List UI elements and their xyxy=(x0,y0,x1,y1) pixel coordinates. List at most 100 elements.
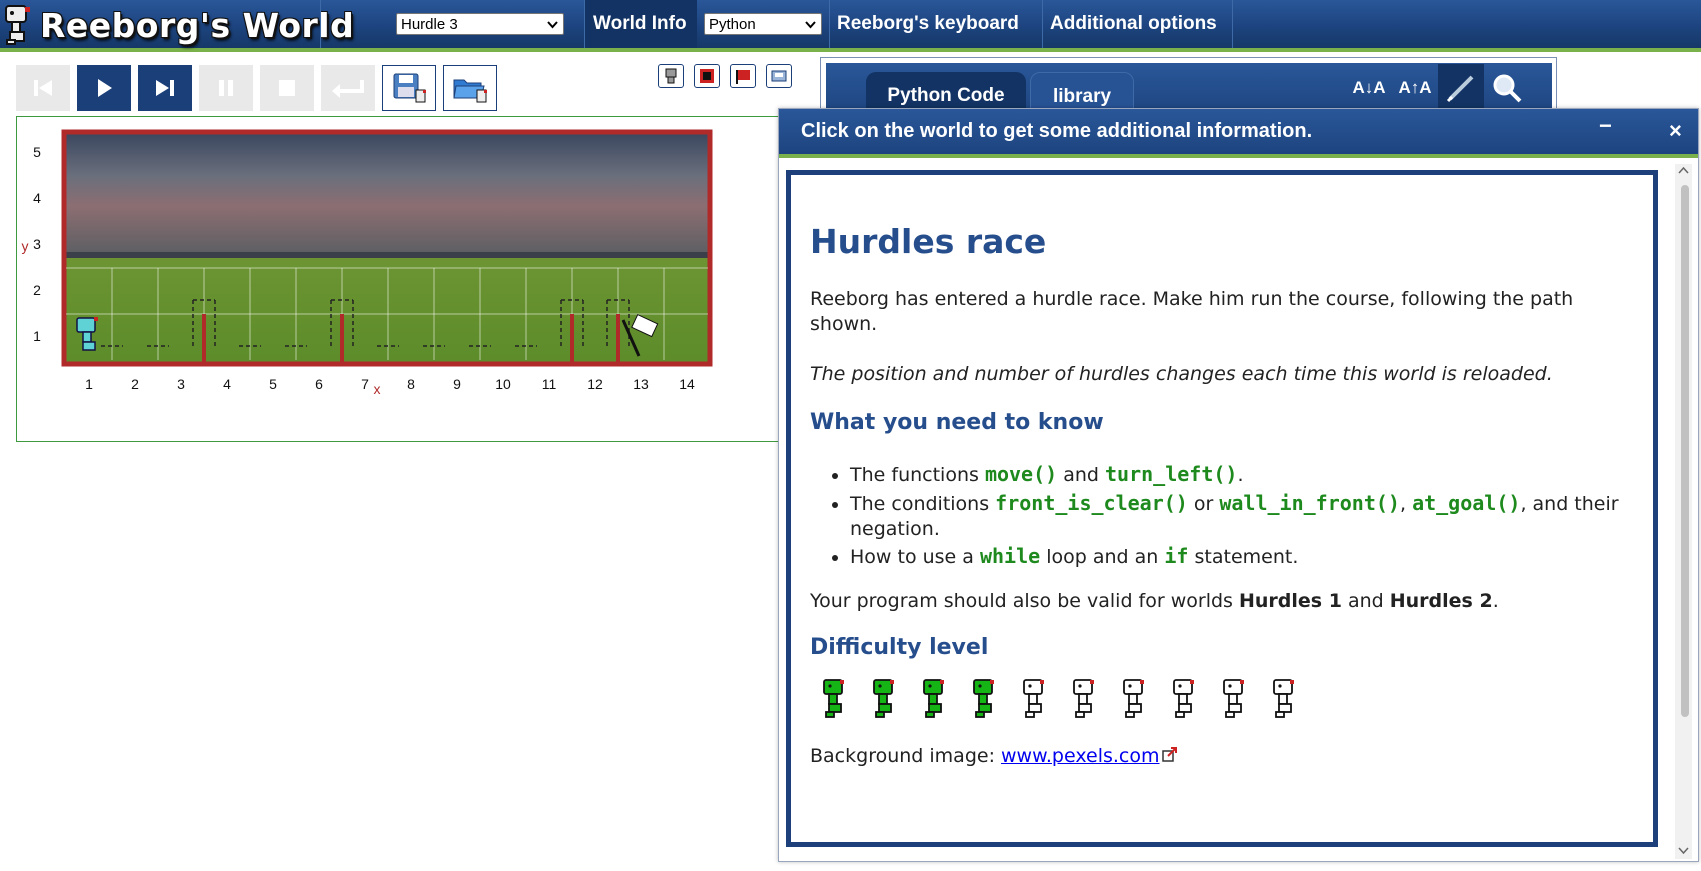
skip-back-icon xyxy=(34,80,52,96)
list-item: The conditions front_is_clear() or wall_… xyxy=(850,491,1640,542)
code-at-goal: at_goal() xyxy=(1412,491,1521,515)
bullet-text: statement. xyxy=(1188,546,1299,568)
bullet-text: The conditions xyxy=(850,493,996,515)
increase-font-button[interactable]: A↑A xyxy=(1392,64,1438,112)
x-tick-label: 3 xyxy=(177,376,185,392)
app-logo: Reeborg's World xyxy=(4,3,354,47)
y-tick-label: 2 xyxy=(33,282,41,298)
bullet-text: or xyxy=(1187,493,1220,515)
pause-icon xyxy=(219,80,233,96)
need-to-know-heading: What you need to know xyxy=(810,410,1104,435)
stadium-stands xyxy=(66,134,708,254)
reeborg-keyboard-button[interactable]: Reeborg's keyboard xyxy=(829,0,1042,48)
search-button[interactable] xyxy=(1484,64,1530,112)
flag-icon xyxy=(736,70,750,84)
close-button[interactable]: × xyxy=(1669,118,1682,144)
robot-tiles-icon xyxy=(771,70,787,82)
dialog-title: Click on the world to get some additiona… xyxy=(801,120,1313,142)
y-tick-label: 1 xyxy=(33,328,41,344)
x-tick-label: 10 xyxy=(495,376,511,392)
x-tick-label: 12 xyxy=(587,376,603,392)
decrease-font-button[interactable]: A↓A xyxy=(1346,64,1392,112)
reeborg-robot-icon[interactable] xyxy=(76,317,96,333)
bullet-text: and xyxy=(1057,464,1106,486)
x-tick-label: 4 xyxy=(223,376,231,392)
world-info-button[interactable]: World Info xyxy=(585,0,697,48)
world-view-button[interactable] xyxy=(766,64,792,88)
x-tick-label: 11 xyxy=(542,376,557,392)
scroll-down-icon[interactable] xyxy=(1678,847,1689,855)
robot-details-button[interactable] xyxy=(658,64,684,88)
x-tick-label: 8 xyxy=(407,376,415,392)
stop-button[interactable] xyxy=(260,65,314,111)
world-edit-button[interactable] xyxy=(694,64,720,88)
top-menu-bar: Reeborg's World Hurdle 3 World Info Pyth… xyxy=(0,0,1701,52)
x-tick-label: 1 xyxy=(85,376,93,392)
background-label: Background image: xyxy=(810,745,1002,767)
difficulty-robot-filled-icon xyxy=(870,678,900,720)
run-button[interactable] xyxy=(77,65,131,111)
scroll-up-icon[interactable] xyxy=(1678,166,1689,174)
difficulty-robot-empty-icon xyxy=(1070,678,1100,720)
bullet-text: , xyxy=(1399,493,1413,515)
bullet-text: loop and an xyxy=(1040,546,1165,568)
list-item: The functions move() and turn_left(). xyxy=(850,460,1640,489)
difficulty-rating xyxy=(810,672,1640,742)
validity-text: . xyxy=(1492,590,1499,612)
return-icon xyxy=(332,80,364,98)
folder-icon xyxy=(453,79,487,103)
skip-forward-icon xyxy=(156,80,174,96)
app-title: Reeborg's World xyxy=(40,5,355,45)
open-button[interactable] xyxy=(443,65,497,111)
difficulty-robot-empty-icon xyxy=(1120,678,1150,720)
code-if: if xyxy=(1164,544,1189,568)
reload-button[interactable] xyxy=(321,65,375,111)
x-tick-label: 6 xyxy=(315,376,323,392)
world-heading: Hurdles race xyxy=(810,222,1047,261)
x-tick-label: 13 xyxy=(633,376,649,392)
world-canvas[interactable]: 1 2 3 4 5 6 7 8 9 10 11 12 13 1412345xy xyxy=(16,116,800,442)
x-tick-label: 7 xyxy=(361,376,369,392)
code-move: move() xyxy=(984,462,1058,486)
robot-wall-icon xyxy=(700,69,714,83)
world-name-hurdles-2: Hurdles 2 xyxy=(1389,590,1493,612)
menu-divider xyxy=(1232,0,1233,48)
reverse-step-button[interactable] xyxy=(16,65,70,111)
chevron-down-icon xyxy=(547,21,558,29)
reeborg-robot-legs xyxy=(82,341,96,351)
additional-options-button[interactable]: Additional options xyxy=(1042,0,1232,48)
requirements-list: The functions move() and turn_left(). Th… xyxy=(810,460,1640,571)
code-wall-in-front: wall_in_front() xyxy=(1219,491,1400,515)
bullet-text: How to use a xyxy=(850,546,980,568)
save-button[interactable] xyxy=(382,65,436,111)
language-select[interactable]: Python xyxy=(704,13,822,35)
background-credit: Background image: www.pexels.com xyxy=(810,744,1640,769)
robot-icon xyxy=(665,68,677,84)
code-front-is-clear: front_is_clear() xyxy=(995,491,1188,515)
world-name-hurdles-1: Hurdles 1 xyxy=(1238,590,1342,612)
world-select[interactable]: Hurdle 3 xyxy=(396,13,564,35)
validity-paragraph: Your program should also be valid for wo… xyxy=(810,589,1640,614)
pen-icon xyxy=(1446,75,1474,103)
reeborg-robot-body xyxy=(82,331,92,343)
pause-button[interactable] xyxy=(199,65,253,111)
x-tick-label: 2 xyxy=(131,376,139,392)
scrollbar-thumb[interactable] xyxy=(1681,185,1689,717)
search-icon xyxy=(1493,74,1522,103)
highlight-button[interactable] xyxy=(1438,64,1484,112)
x-tick-label: 14 xyxy=(679,376,695,392)
y-axis-label: y xyxy=(22,238,29,254)
difficulty-robot-empty-icon xyxy=(1220,678,1250,720)
minimize-button[interactable]: − xyxy=(1599,113,1612,139)
language-select-value: Python xyxy=(709,16,756,33)
menu-divider xyxy=(320,0,321,48)
validity-text: Your program should also be valid for wo… xyxy=(810,590,1239,612)
goal-edit-button[interactable] xyxy=(730,64,756,88)
difficulty-robot-empty-icon xyxy=(1270,678,1300,720)
pexels-link[interactable]: www.pexels.com xyxy=(1001,745,1159,767)
step-button[interactable] xyxy=(138,65,192,111)
floppy-icon xyxy=(393,73,426,103)
external-link-icon xyxy=(1161,747,1177,762)
x-tick-label: 5 xyxy=(269,376,277,392)
world-select-value: Hurdle 3 xyxy=(401,16,458,33)
